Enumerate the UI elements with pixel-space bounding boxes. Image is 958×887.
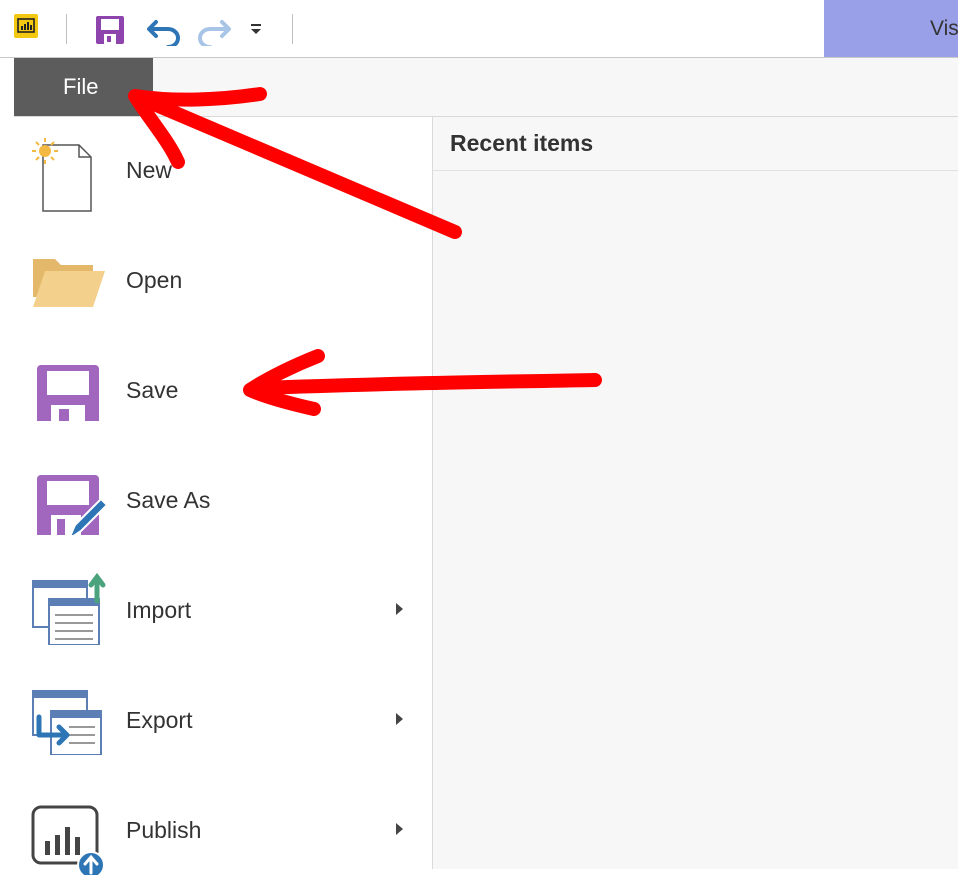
redo-icon[interactable] (196, 14, 232, 51)
submenu-arrow-icon (396, 823, 403, 835)
menu-item-import[interactable]: Import (14, 557, 432, 667)
save-as-icon (29, 455, 109, 542)
window-edge (0, 58, 15, 869)
menu-item-label: Publish (126, 817, 202, 843)
folder-icon (29, 235, 105, 311)
file-menu: New Open Save Save As Import Export Publ… (14, 117, 433, 879)
menu-item-label: Export (126, 707, 193, 733)
menu-item-label: Save As (126, 487, 211, 513)
ribbon-tab-visualize[interactable]: Vis (824, 0, 958, 57)
menu-item-label: Save (126, 377, 179, 403)
submenu-arrow-icon (396, 713, 403, 725)
quick-access-toolbar: Vis (0, 0, 958, 58)
recent-items-header: Recent items (433, 117, 958, 171)
save-icon[interactable] (94, 14, 126, 51)
menu-item-save-as[interactable]: Save As (14, 447, 432, 557)
menu-item-publish[interactable]: Publish (14, 777, 432, 887)
power-bi-icon[interactable] (14, 14, 38, 38)
menu-item-label: Import (126, 597, 192, 623)
save-icon (29, 345, 105, 431)
recent-items-pane: Recent items (433, 117, 958, 869)
menu-item-label: Open (126, 267, 183, 293)
new-file-icon (29, 125, 105, 212)
menu-item-label: New (126, 157, 173, 183)
menu-item-export[interactable]: Export (14, 667, 432, 777)
menu-item-open[interactable]: Open (14, 227, 432, 337)
undo-icon[interactable] (146, 14, 182, 51)
menu-item-save[interactable]: Save (14, 337, 432, 447)
import-icon (29, 565, 106, 646)
toolbar-separator (292, 14, 293, 44)
file-tab[interactable]: File (14, 58, 153, 116)
publish-icon (29, 785, 105, 879)
menu-item-new[interactable]: New (14, 117, 432, 227)
toolbar-separator (66, 14, 67, 44)
submenu-arrow-icon (396, 603, 403, 615)
file-tab-strip (14, 58, 958, 117)
customize-qat-icon[interactable] (249, 22, 263, 41)
export-icon (29, 675, 105, 756)
